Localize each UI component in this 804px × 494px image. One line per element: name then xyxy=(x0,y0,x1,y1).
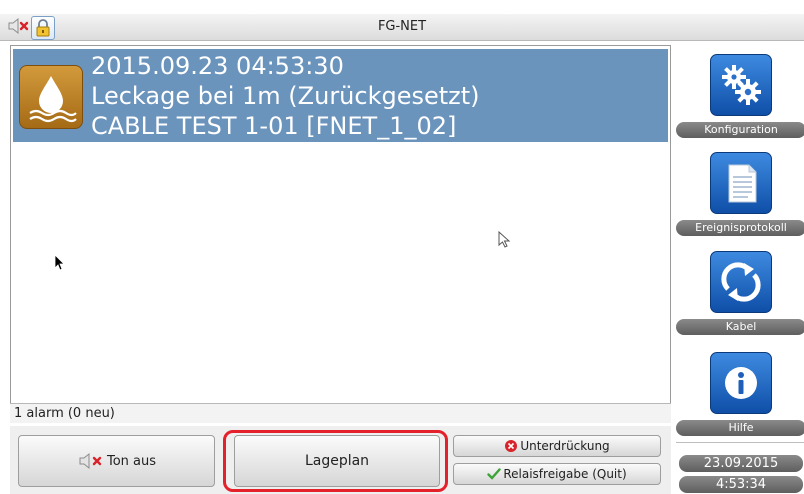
error-circle-icon xyxy=(505,440,518,452)
speaker-muted-icon xyxy=(79,452,102,470)
sidebar-item-help[interactable]: Hilfe xyxy=(676,352,804,436)
sidebar-item-event-log[interactable]: Ereignisprotokoll xyxy=(676,152,804,236)
sound-off-button[interactable]: Ton aus xyxy=(18,435,215,487)
clock-date: 23.09.2015 xyxy=(679,455,803,472)
title-bar: FG-NET xyxy=(0,14,804,41)
relay-release-button[interactable]: Relaisfreigabe (Quit) xyxy=(453,463,661,485)
clock-time: 4:53:34 xyxy=(679,476,803,493)
water-leak-icon xyxy=(19,65,83,129)
suppression-button[interactable]: Unterdrückung xyxy=(453,435,661,457)
alarm-message: Leckage bei 1m (Zurückgesetzt) xyxy=(91,82,480,110)
alarm-timestamp: 2015.09.23 04:53:30 xyxy=(91,52,344,80)
focus-highlight xyxy=(223,430,448,492)
sound-off-label: Ton aus xyxy=(106,453,157,469)
sidebar-item-configuration[interactable]: Konfiguration xyxy=(676,54,804,138)
sidebar-item-label: Ereignisprotokoll xyxy=(676,220,804,236)
status-bar: 1 alarm (0 neu) xyxy=(10,403,671,423)
mouse-pointer-icon xyxy=(54,254,65,271)
window-title: FG-NET xyxy=(377,19,427,34)
document-icon xyxy=(710,152,772,214)
sidebar-divider xyxy=(676,442,804,443)
refresh-arrows-icon xyxy=(710,251,772,313)
mouse-pointer-outline-icon xyxy=(498,231,511,248)
info-icon xyxy=(710,352,772,414)
alarm-entry[interactable]: 2015.09.23 04:53:30 Leckage bei 1m (Zurü… xyxy=(13,49,668,142)
alarm-list: 2015.09.23 04:53:30 Leckage bei 1m (Zurü… xyxy=(10,45,671,407)
sidebar-item-label: Kabel xyxy=(676,319,804,335)
sidebar-item-cable[interactable]: Kabel xyxy=(676,251,804,335)
sidebar-item-label: Hilfe xyxy=(676,420,804,436)
suppression-label: Unterdrückung xyxy=(520,439,610,453)
sidebar-item-label: Konfiguration xyxy=(676,122,804,138)
checkmark-icon xyxy=(487,468,502,480)
relay-release-label: Relaisfreigabe (Quit) xyxy=(503,467,627,481)
alarm-count: 1 alarm (0 neu) xyxy=(14,406,115,421)
alarm-source: CABLE TEST 1-01 [FNET_1_02] xyxy=(91,112,457,140)
gears-icon xyxy=(710,54,772,116)
alarm-details: 2015.09.23 04:53:30 Leckage bei 1m (Zurü… xyxy=(91,51,480,141)
